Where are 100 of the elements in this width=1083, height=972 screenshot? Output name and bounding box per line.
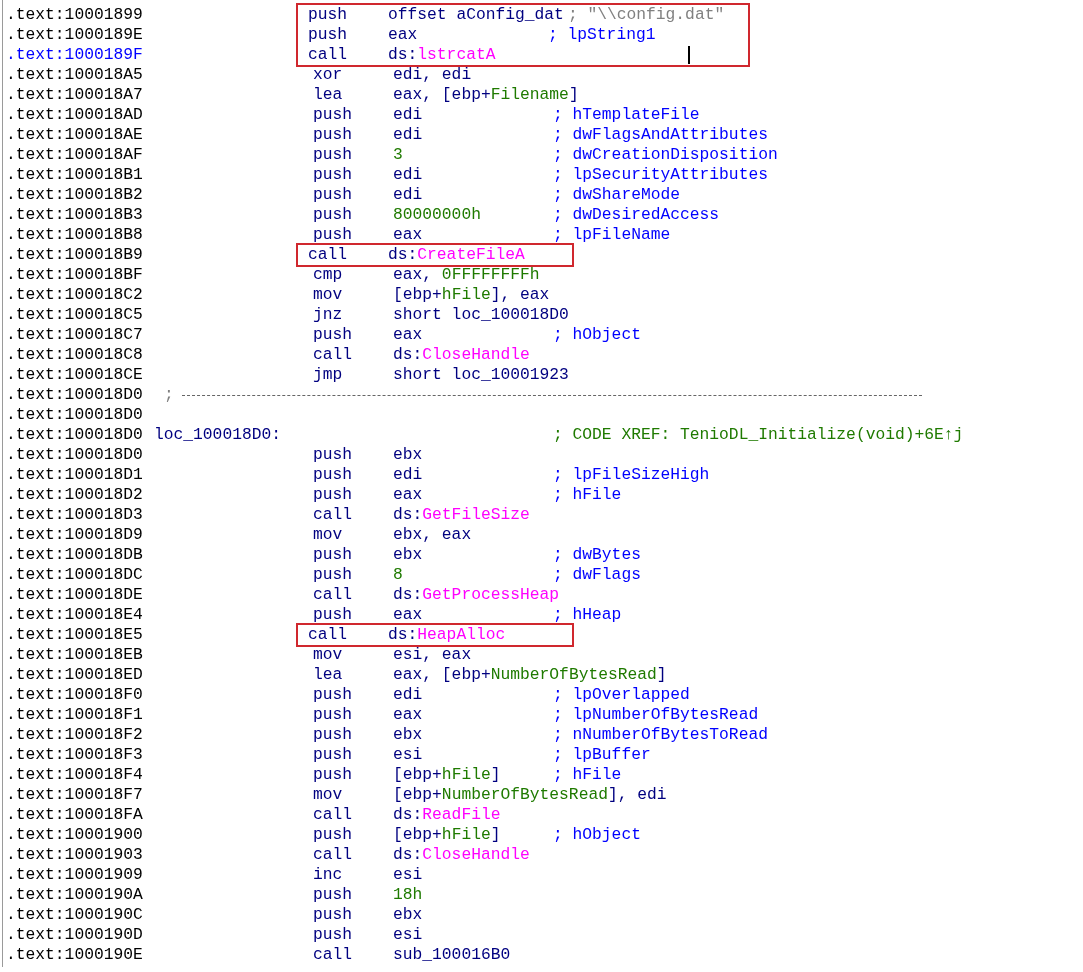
operand: eax, [ebp+Filename] [393,85,580,105]
address: .text:10001903 [6,845,144,865]
address: .text:100018F0 [6,685,144,705]
mnemonic: push [313,925,354,945]
operand: [ebp+NumberOfBytesRead], edi [393,785,668,805]
address: .text:1000190D [6,925,144,945]
address: .text:100018EB [6,645,144,665]
address: .text:100018F4 [6,765,144,785]
operand: [ebp+hFile] [393,765,502,785]
operand: eax, [ebp+NumberOfBytesRead] [393,665,668,685]
mnemonic: push [313,325,354,345]
mnemonic: call [313,505,354,525]
address: .text:100018C8 [6,345,144,365]
operand: ebx [393,725,424,745]
comment: ; lpSecurityAttributes [553,165,768,185]
address: .text:100018C2 [6,285,144,305]
comment: ; lpString1 [548,25,656,45]
operand: edi [393,105,424,125]
address: .text:100018DE [6,585,144,605]
comment: ; hTemplateFile [553,105,700,125]
mnemonic: push [313,165,354,185]
mnemonic: push [313,205,354,225]
mnemonic: call [313,845,354,865]
operand: ebx, eax [393,525,473,545]
operand: edi, edi [393,65,473,85]
address: .text:100018D0 [6,445,144,465]
address: .text:100018AE [6,125,144,145]
address: .text:100018FA [6,805,144,825]
mnemonic: push [313,125,354,145]
operand: short loc_10001923 [393,365,570,385]
address: .text:100018B1 [6,165,144,185]
address: .text:100018C5 [6,305,144,325]
operand: edi [393,125,424,145]
comment: ; hObject [553,825,641,845]
mnemonic: push [308,25,349,45]
comment: ; lpNumberOfBytesRead [553,705,759,725]
code-label: loc_100018D0: [154,425,282,445]
operand: esi [393,925,424,945]
comment: ; hFile [553,765,622,785]
address: .text:100018A7 [6,85,144,105]
address: .text:100018CE [6,365,144,385]
address: .text:100018D2 [6,485,144,505]
mnemonic: push [313,905,354,925]
operand: ds:GetProcessHeap [393,585,561,605]
operand: esi, eax [393,645,473,665]
operand: eax, 0FFFFFFFFh [393,265,541,285]
operand: eax [393,225,424,245]
comment: ; lpOverlapped [553,685,690,705]
mnemonic: lea [313,665,344,685]
mnemonic: lea [313,85,344,105]
mnemonic: push [313,825,354,845]
operand: 18h [393,885,424,905]
mnemonic: push [313,705,354,725]
mnemonic: call [308,245,349,265]
mnemonic: push [313,565,354,585]
operand: ds:lstrcatA [388,45,497,65]
operand: eax [393,485,424,505]
address: .text:10001900 [6,825,144,845]
mnemonic: mov [313,785,344,805]
address: .text:1000189F [6,45,144,65]
address: .text:100018B3 [6,205,144,225]
address: .text:100018AD [6,105,144,125]
operand: short loc_100018D0 [393,305,570,325]
address: .text:100018ED [6,665,144,685]
mnemonic: call [313,345,354,365]
mnemonic: jnz [313,305,344,325]
address: .text:100018B8 [6,225,144,245]
operand: edi [393,685,424,705]
operand: ds:ReadFile [393,805,502,825]
mnemonic: push [313,605,354,625]
comment: ; dwFlagsAndAttributes [553,125,768,145]
mnemonic: push [313,745,354,765]
address: .text:100018D9 [6,525,144,545]
mnemonic: call [308,625,349,645]
mnemonic: call [313,585,354,605]
operand: ds:CloseHandle [393,345,531,365]
address: .text:100018D0 [6,425,144,445]
operand: sub_100016B0 [393,945,512,965]
address: .text:1000190A [6,885,144,905]
mnemonic: push [313,765,354,785]
operand: ds:GetFileSize [393,505,531,525]
operand: 80000000h [393,205,482,225]
operand: eax [393,705,424,725]
mnemonic: push [313,885,354,905]
operand: ds:CloseHandle [393,845,531,865]
mnemonic: mov [313,525,344,545]
operand: esi [393,745,424,765]
operand: ebx [393,545,424,565]
comment: ; nNumberOfBytesToRead [553,725,768,745]
comment: ; dwBytes [553,545,641,565]
mnemonic: push [313,465,354,485]
address: .text:100018DB [6,545,144,565]
operand: [ebp+hFile] [393,825,502,845]
address: .text:100018D0 [6,385,144,405]
mnemonic: push [313,545,354,565]
mnemonic: push [313,145,354,165]
address: .text:100018AF [6,145,144,165]
comment: ; lpBuffer [553,745,651,765]
address: .text:100018B9 [6,245,144,265]
address: .text:1000189E [6,25,144,45]
